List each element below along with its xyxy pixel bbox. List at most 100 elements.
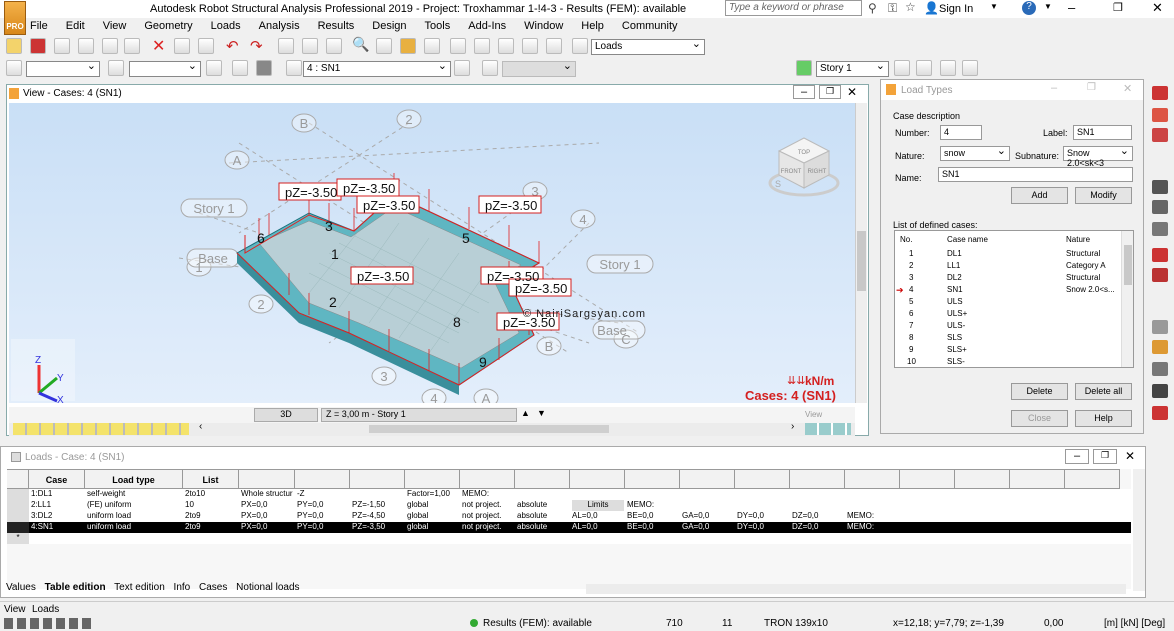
table-cell[interactable]: PZ=-3,50 bbox=[352, 522, 404, 533]
table-cell[interactable] bbox=[957, 500, 1009, 511]
tools-icon[interactable] bbox=[498, 38, 514, 54]
shading-icon[interactable] bbox=[256, 60, 272, 76]
display-icon[interactable] bbox=[232, 60, 248, 76]
table-cell[interactable]: 2:LL1 bbox=[31, 500, 84, 511]
scroll-right-icon[interactable]: › bbox=[791, 421, 794, 432]
minimize-icon[interactable]: – bbox=[1065, 449, 1089, 464]
binoculars-icon[interactable]: ⚲ bbox=[868, 1, 877, 15]
table-cell[interactable] bbox=[737, 489, 789, 500]
status-tab-loads[interactable]: Loads bbox=[32, 604, 59, 615]
column-header[interactable] bbox=[955, 469, 1010, 489]
sections-side-icon[interactable] bbox=[1152, 222, 1168, 236]
table-cell[interactable]: absolute bbox=[517, 500, 569, 511]
minimize-icon[interactable]: – bbox=[793, 85, 815, 99]
level-indicator[interactable]: Z = 3,00 m - Story 1 bbox=[321, 408, 517, 422]
table-cell[interactable] bbox=[902, 511, 954, 522]
close-icon[interactable]: ✕ bbox=[1125, 449, 1135, 463]
new-icon[interactable] bbox=[6, 38, 22, 54]
loads-table[interactable]: Case Load type List 1:DL1 self-weight 2to1… bbox=[7, 469, 1131, 589]
column-header[interactable] bbox=[239, 469, 295, 489]
bar-selection-select[interactable] bbox=[129, 59, 201, 77]
column-header[interactable] bbox=[1065, 469, 1120, 489]
column-header[interactable] bbox=[900, 469, 955, 489]
properties-icon[interactable] bbox=[278, 38, 294, 54]
view-cube[interactable]: TOP FRONT RIGHT S bbox=[768, 137, 840, 197]
table-cell[interactable]: Whole structur bbox=[241, 489, 294, 500]
column-header[interactable] bbox=[1010, 469, 1065, 489]
design-rc-icon[interactable] bbox=[474, 38, 490, 54]
table-cell[interactable]: PY=0,0 bbox=[297, 500, 349, 511]
table-cell[interactable] bbox=[352, 489, 404, 500]
table-cell[interactable]: 2to9 bbox=[185, 511, 238, 522]
table-cell[interactable] bbox=[792, 489, 844, 500]
restore-icon[interactable]: ❐ bbox=[819, 85, 841, 99]
table-cell[interactable] bbox=[572, 489, 624, 500]
level-up-icon[interactable]: ▲ bbox=[521, 408, 530, 418]
close-icon[interactable]: ✕ bbox=[1123, 82, 1132, 95]
sign-in-link[interactable]: Sign In bbox=[939, 3, 973, 15]
table-cell[interactable]: PZ=-4,50 bbox=[352, 511, 404, 522]
node-selection-select[interactable] bbox=[26, 59, 100, 77]
minimize-icon[interactable]: – bbox=[1068, 0, 1075, 15]
column-header[interactable] bbox=[735, 469, 790, 489]
loads-side-icon[interactable] bbox=[1152, 86, 1168, 100]
table-cell[interactable]: PY=0,0 bbox=[297, 511, 349, 522]
list-item-selected[interactable]: ➔ 4 SN1 Snow 2.0<s... bbox=[895, 285, 1121, 297]
units-indicator[interactable]: [m] [kN] [Deg] bbox=[1104, 618, 1165, 629]
table-cell[interactable]: MEMO: bbox=[847, 522, 899, 533]
row-header[interactable] bbox=[7, 500, 29, 511]
column-header[interactable]: Case bbox=[29, 469, 85, 489]
menu-edit[interactable]: Edit bbox=[66, 18, 85, 32]
row-header[interactable] bbox=[7, 522, 29, 533]
table-cell[interactable]: absolute bbox=[517, 522, 569, 533]
members-side-icon[interactable] bbox=[1152, 200, 1168, 214]
table-cell[interactable]: MEMO: bbox=[462, 489, 514, 500]
menu-results[interactable]: Results bbox=[318, 18, 355, 32]
zoom-icon[interactable]: 🔍 bbox=[352, 36, 369, 53]
delete-all-button[interactable]: Delete all bbox=[1075, 383, 1132, 400]
column-header[interactable] bbox=[845, 469, 900, 489]
list-item[interactable]: 10 SLS- bbox=[895, 357, 1121, 367]
table-cell[interactable] bbox=[902, 522, 954, 533]
supports-side-icon[interactable] bbox=[1152, 108, 1168, 122]
level-down-icon[interactable]: ▼ bbox=[537, 408, 546, 418]
table-cell[interactable]: not project. bbox=[462, 522, 514, 533]
list-item[interactable]: 8 SLS bbox=[895, 333, 1121, 345]
key-icon[interactable]: ⚿ bbox=[888, 1, 897, 16]
table-new-row[interactable]: * bbox=[7, 533, 1131, 544]
chevron-down-icon[interactable]: ▼ bbox=[990, 2, 998, 11]
table-cell[interactable]: MEMO: bbox=[627, 500, 679, 511]
list-item[interactable]: 7 ULS- bbox=[895, 321, 1121, 333]
table-cell[interactable]: global bbox=[407, 511, 459, 522]
horizontal-scroll-thumb[interactable] bbox=[369, 425, 609, 433]
add-button[interactable]: Add bbox=[1011, 187, 1068, 204]
table-row[interactable]: 4:SN1 uniform load 2to9 PX=0,0 PY=0,0 PZ=-3,5… bbox=[7, 522, 1131, 533]
column-header[interactable] bbox=[350, 469, 405, 489]
table-cell[interactable]: uniform load bbox=[87, 522, 182, 533]
menu-window[interactable]: Window bbox=[524, 18, 563, 32]
help-button[interactable]: Help bbox=[1075, 410, 1132, 427]
menu-file[interactable]: File bbox=[30, 18, 48, 32]
table-cell[interactable]: BE=0,0 bbox=[627, 522, 679, 533]
load-case-select[interactable]: 4 : SN1 bbox=[303, 59, 451, 77]
table-hscroll[interactable] bbox=[586, 584, 1126, 594]
table-cell[interactable] bbox=[902, 489, 954, 500]
list-item[interactable]: 3 DL2 Structural bbox=[895, 273, 1121, 285]
tab-table-edition[interactable]: Table edition bbox=[45, 582, 106, 593]
settings-icon[interactable] bbox=[522, 38, 538, 54]
job-preferences-icon[interactable] bbox=[546, 38, 562, 54]
table-cell[interactable]: MEMO: bbox=[847, 511, 899, 522]
cases-list[interactable]: No. Case name Nature 1 DL1 Structural 2 LL1 Ca… bbox=[894, 230, 1134, 368]
table-cell[interactable]: PY=0,0 bbox=[297, 522, 349, 533]
restore-icon[interactable]: ❐ bbox=[1093, 449, 1117, 464]
delete-button[interactable]: Delete bbox=[1011, 383, 1068, 400]
subnature-select[interactable]: Snow 2.0<sk<3 bbox=[1063, 144, 1133, 168]
maximize-icon[interactable]: ❐ bbox=[1113, 1, 1123, 14]
column-header[interactable] bbox=[295, 469, 350, 489]
column-header[interactable] bbox=[790, 469, 845, 489]
load-selection-icon[interactable] bbox=[206, 60, 222, 76]
column-header[interactable]: Load type bbox=[85, 469, 183, 489]
tab-notional-loads[interactable]: Notional loads bbox=[236, 582, 299, 593]
list-item[interactable]: 9 SLS+ bbox=[895, 345, 1121, 357]
table-side-icon[interactable] bbox=[1152, 362, 1168, 376]
